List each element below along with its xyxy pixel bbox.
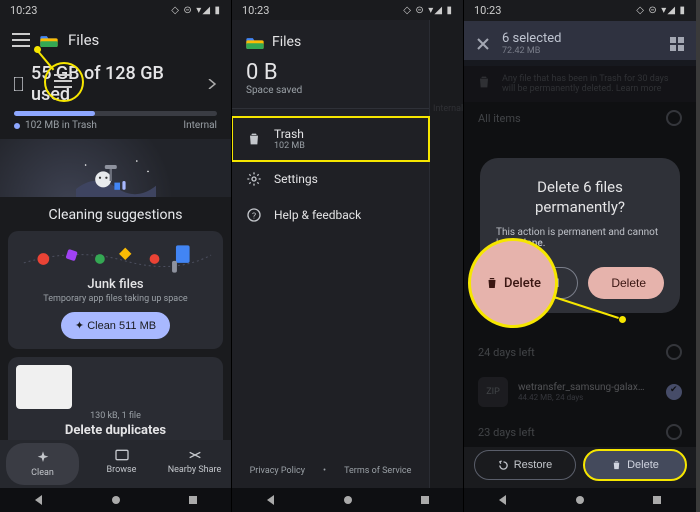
phone-icon: [14, 77, 23, 91]
status-icons: ◇ ⊝ ▾◢ ▮: [403, 5, 453, 16]
files-logo-icon: [40, 34, 58, 47]
duplicates-meta: 130 kB, 1 file: [16, 411, 215, 421]
status-time: 10:23: [10, 4, 37, 17]
clean-junk-button[interactable]: ✦ Clean 511 MB: [61, 312, 170, 339]
app-bar: Files: [0, 21, 231, 59]
drawer-item-settings[interactable]: Settings: [232, 161, 429, 197]
trash-dot-icon: [14, 123, 20, 129]
screenshot-2-drawer: 10:23 ◇ ⊝ ▾◢ ▮ Internal Files 0 B Space …: [232, 0, 464, 512]
storage-bar: [14, 111, 217, 116]
gear-icon: [246, 171, 262, 187]
status-time: 10:23: [242, 4, 269, 17]
status-icons: ◇ ⊝ ▾◢ ▮: [171, 5, 221, 16]
tab-nearby-share[interactable]: Nearby Share: [158, 440, 231, 488]
help-icon: ?: [246, 207, 262, 223]
hamburger-magnified: [54, 74, 72, 88]
trash-icon: [246, 131, 262, 147]
duplicates-title: Delete duplicates: [16, 423, 215, 438]
dialog-delete-button[interactable]: Delete: [588, 267, 664, 299]
status-bar: 10:23 ◇ ⊝ ▾◢ ▮: [464, 0, 696, 21]
drawer-trash-label: Trash: [274, 127, 305, 141]
dialog-title: Delete 6 filespermanently?: [496, 178, 664, 217]
privacy-policy-link[interactable]: Privacy Policy: [250, 466, 305, 476]
restore-button[interactable]: Restore: [474, 450, 576, 480]
storage-location: Internal: [183, 120, 217, 131]
section-title: Cleaning suggestions: [0, 197, 231, 231]
space-saved-label: Space saved: [246, 85, 415, 96]
status-time: 10:23: [474, 4, 501, 17]
hero-illustration: [0, 139, 231, 197]
drawer-help-label: Help & feedback: [274, 208, 361, 222]
space-saved-value: 0 B: [246, 60, 415, 85]
files-logo-icon: [246, 36, 264, 49]
selected-count: 6 selected: [502, 31, 561, 46]
status-icons: ◇ ⊝ ▾◢ ▮: [636, 5, 686, 16]
status-bar: 10:23 ◇ ⊝ ▾◢ ▮: [0, 0, 231, 21]
junk-title: Junk files: [18, 277, 213, 292]
hamburger-menu-icon[interactable]: [12, 33, 30, 47]
drawer-footer: Privacy Policy • Terms of Service: [232, 454, 429, 488]
selected-size: 72.42 MB: [502, 46, 561, 56]
grid-view-icon[interactable]: [670, 37, 684, 51]
system-nav[interactable]: [232, 488, 463, 512]
screenshot-1-clean: 10:23 ◇ ⊝ ▾◢ ▮ Files 55 GB of 128 GB use…: [0, 0, 232, 512]
tab-clean[interactable]: Clean: [6, 443, 79, 485]
drawer-trash-size: 102 MB: [274, 141, 305, 151]
chevron-right-icon: [207, 79, 217, 89]
tab-browse[interactable]: Browse: [85, 440, 158, 488]
drawer-item-trash[interactable]: Trash102 MB: [232, 117, 429, 161]
space-saved: 0 B Space saved: [232, 54, 429, 100]
storage-summary[interactable]: 55 GB of 128 GB used 102 MB in Trash Int…: [0, 59, 231, 139]
navigation-drawer: Files 0 B Space saved Trash102 MB Settin…: [232, 20, 430, 488]
close-icon[interactable]: [476, 37, 490, 51]
callout-delete-magnified: Delete: [468, 238, 558, 328]
system-nav[interactable]: [464, 488, 696, 512]
system-nav[interactable]: [0, 488, 231, 512]
junk-illustration: [18, 241, 213, 275]
status-bar: 10:23 ◇ ⊝ ▾◢ ▮: [232, 0, 463, 21]
bottom-action-bar: Restore Delete: [464, 442, 696, 488]
delete-button[interactable]: Delete: [584, 450, 686, 480]
svg-text:?: ?: [252, 211, 256, 221]
drawer-title: Files: [272, 34, 301, 50]
app-title: Files: [68, 31, 99, 49]
junk-subtitle: Temporary app files taking up space: [18, 294, 213, 304]
drawer-item-help[interactable]: ? Help & feedback: [232, 197, 429, 233]
drawer-settings-label: Settings: [274, 172, 318, 186]
screenshot-3-delete-dialog: 10:23 ◇ ⊝ ▾◢ ▮ 6 selected 72.42 MB Any f…: [464, 0, 696, 512]
trash-size: 102 MB in Trash: [25, 120, 97, 131]
junk-files-card[interactable]: Junk files Temporary app files taking up…: [8, 231, 223, 349]
background-faded: Internal: [429, 56, 463, 488]
thumbnail: [16, 365, 72, 409]
tos-link[interactable]: Terms of Service: [344, 466, 411, 476]
bottom-nav: Clean Browse Nearby Share: [0, 440, 231, 488]
